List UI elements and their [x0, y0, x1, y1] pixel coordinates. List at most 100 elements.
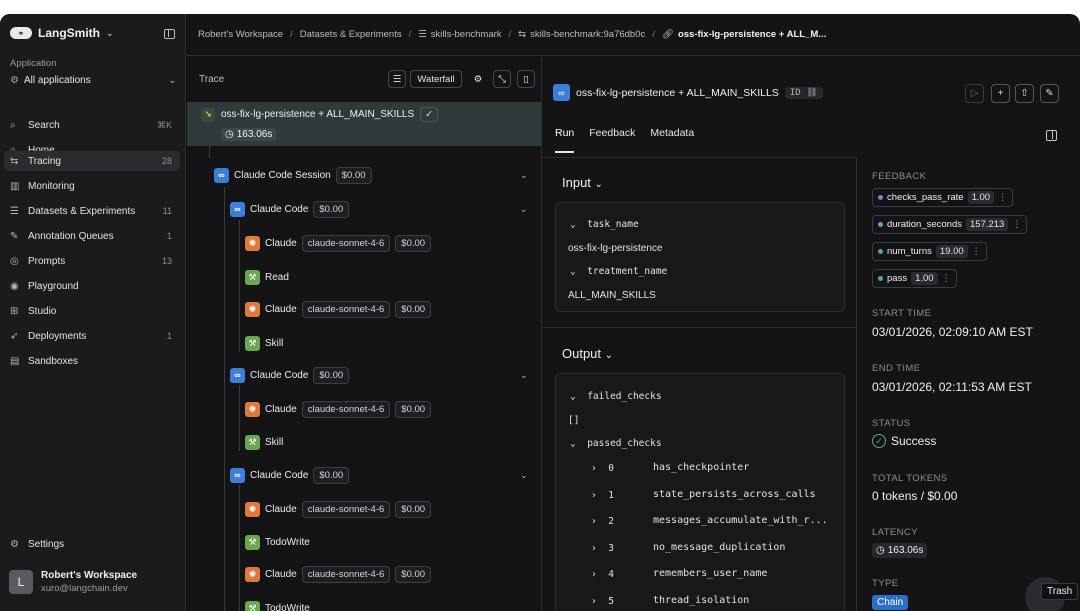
detail-tabs: Run Feedback Metadata [555, 127, 694, 153]
waterfall-button[interactable]: Waterfall [410, 70, 462, 88]
trace-row-tool[interactable]: ⚒ TodoWrite [245, 596, 310, 611]
end-time-label: END TIME [872, 363, 921, 374]
claude-icon: ✺ [245, 301, 260, 317]
trace-row-llm[interactable]: ✺ Claude claude-sonnet-4-6 $0.00 [245, 397, 432, 421]
trace-row-llm[interactable]: ✺ Claude claude-sonnet-4-6 $0.00 [245, 297, 432, 321]
trace-row-llm[interactable]: ✺ Claude claude-sonnet-4-6 $0.00 [245, 497, 432, 521]
trace-row-tool[interactable]: ⚒ Read [245, 265, 289, 289]
chevron-down-icon: ⌄ [168, 75, 176, 85]
sidebar-item-settings[interactable]: ⚙ Settings [10, 539, 64, 550]
link-icon: ∞ [214, 167, 229, 183]
trace-row-tool[interactable]: ⚒ Skill [245, 331, 283, 355]
trace-row-session[interactable]: ∞ Claude Code Session $0.00 [214, 163, 372, 187]
passed-check-item[interactable]: › 1 state_persists_across_calls [591, 489, 816, 501]
passed-check-item[interactable]: › 4 remembers_user_name [591, 568, 767, 580]
model-badge: claude-sonnet-4-6 [301, 500, 391, 518]
share-button[interactable]: ⇧ [1015, 84, 1034, 103]
sidebar-item-monitoring[interactable]: ▥ Monitoring [4, 176, 180, 196]
settings-button[interactable]: ⚙ [469, 70, 487, 88]
brand-logo[interactable]: ⚭ LangSmith ⌄ [10, 26, 114, 40]
sidebar-item-label: Studio [28, 305, 57, 317]
sidebar-item-annotation-queues[interactable]: ✎ Annotation Queues 1 [4, 226, 180, 246]
application-select[interactable]: ⚙ All applications ⌄ [10, 75, 176, 86]
treatment-name-key[interactable]: ⌄ treatment_name [570, 266, 667, 277]
trace-row-claude-code[interactable]: ∞ Claude Code $0.00 [230, 363, 350, 387]
link-icon: ∞ [230, 201, 245, 217]
breadcrumb-current: oss-fix-lg-persistence + ALL_M... [677, 29, 827, 40]
trace-row-tool[interactable]: ⚒ Skill [245, 430, 283, 454]
trace-row-claude-code[interactable]: ∞ Claude Code $0.00 [230, 463, 350, 487]
feedback-chip[interactable]: duration_seconds 157.213 ⋮ [872, 215, 1028, 234]
index: 4 [608, 569, 614, 580]
chevron-right-icon: › [591, 569, 597, 580]
trace-row-llm[interactable]: ✺ Claude claude-sonnet-4-6 $0.00 [245, 231, 432, 255]
feedback-chip[interactable]: checks_pass_rate 1.00 ⋮ [872, 188, 1014, 207]
trace-row-claude-code[interactable]: ∞ Claude Code $0.00 [230, 197, 350, 221]
sidebar-item-studio[interactable]: ⊞ Studio [4, 301, 180, 321]
sidebar-item-datasets[interactable]: ☰ Datasets & Experiments 11 [4, 201, 180, 221]
chevron-down-icon[interactable]: ⌄ [520, 170, 528, 181]
feedback-chip[interactable]: num_turns 19.00 ⋮ [872, 242, 987, 261]
application-select-value: All applications [24, 75, 91, 86]
chevron-down-icon[interactable]: ⌄ [520, 204, 528, 215]
passed-checks-key[interactable]: ⌄ passed_checks [570, 438, 662, 449]
studio-icon: ⊞ [10, 305, 19, 317]
trace-row-label: Claude [265, 237, 297, 249]
chevron-down-icon[interactable]: ⌄ [520, 370, 528, 381]
filter-button[interactable]: ☰ [388, 70, 406, 88]
copy-id-button[interactable]: ID ⛓ [784, 86, 823, 99]
trace-row-llm[interactable]: ✺ Claude claude-sonnet-4-6 $0.00 [245, 562, 432, 586]
tab-metadata[interactable]: Metadata [650, 127, 694, 139]
tab-feedback[interactable]: Feedback [589, 127, 635, 139]
sidebar-item-tracing[interactable]: ⇆ Tracing 28 [4, 151, 180, 171]
breadcrumb-datasets[interactable]: Datasets & Experiments [300, 29, 402, 40]
sidebar-item-search[interactable]: ⌕ Search ⌘K [4, 115, 180, 135]
annotate-button[interactable]: ✎ [1040, 84, 1059, 103]
cost-badge: $0.00 [313, 200, 350, 218]
output-section-toggle[interactable]: Output ⌄ [562, 346, 613, 361]
task-name-value: oss-fix-lg-persistence [568, 243, 663, 254]
sidebar-item-label: Deployments [28, 330, 87, 342]
column-divider [856, 158, 857, 611]
collapse-sidebar-icon[interactable] [164, 29, 175, 39]
passed-check-item[interactable]: › 0 has_checkpointer [591, 462, 749, 474]
chevron-right-icon: › [591, 516, 597, 527]
item-count: 1 [166, 331, 172, 341]
feedback-chip[interactable]: pass 1.00 ⋮ [872, 269, 957, 288]
sidebar-item-deployments[interactable]: ➶ Deployments 1 [4, 326, 180, 346]
add-button[interactable]: + [991, 84, 1010, 103]
minimize-icon: ⤡ [498, 73, 506, 85]
workspace-name: Robert's Workspace [41, 570, 138, 581]
breadcrumb-workspace[interactable]: Robert's Workspace [198, 29, 283, 40]
cost-badge: $0.00 [313, 366, 350, 384]
breadcrumb-experiment[interactable]: skills-benchmark:9a76db0c [530, 29, 645, 40]
link-icon: 🔗︎ [661, 29, 674, 40]
trace-row-label: Skill [265, 337, 284, 349]
feedback-value: 19.00 [935, 245, 968, 258]
trace-row-tool[interactable]: ⚒ TodoWrite [245, 530, 310, 554]
sidebar-item-sandboxes[interactable]: ▤ Sandboxes [4, 351, 180, 371]
feedback-dot [878, 222, 883, 227]
tab-run[interactable]: Run [555, 127, 575, 153]
input-section-toggle[interactable]: Input ⌄ [562, 175, 603, 190]
sidebar-item-playground[interactable]: ◉ Playground [4, 276, 180, 296]
collapse-button[interactable]: ⤡ [493, 70, 511, 88]
chevron-down-icon[interactable]: ⌄ [520, 470, 528, 481]
trace-label: Trace [199, 73, 225, 85]
trace-root-row[interactable]: ↘ oss-fix-lg-persistence + ALL_MAIN_SKIL… [187, 102, 541, 146]
breadcrumb-dataset[interactable]: skills-benchmark [431, 29, 502, 40]
passed-check-item[interactable]: › 2 messages_accumulate_with_r... [591, 515, 828, 527]
failed-checks-key[interactable]: ⌄ failed_checks [570, 391, 662, 402]
workspace-switcher[interactable]: L Robert's Workspace xuro@langchain.dev [9, 570, 137, 594]
gear-icon: ⚙ [10, 539, 19, 550]
panel-toggle-button[interactable]: ▯ [517, 70, 535, 88]
task-name-key[interactable]: ⌄ task_name [570, 219, 639, 230]
passed-check-item[interactable]: › 5 thread_isolation [591, 595, 749, 607]
passed-check-item[interactable]: › 3 no_message_duplication [591, 542, 785, 554]
key-label: treatment_name [587, 266, 668, 277]
datasets-icon: ☰ [10, 205, 19, 217]
layout-toggle-icon[interactable] [1046, 130, 1057, 141]
sidebar-item-prompts[interactable]: ◎ Prompts 13 [4, 251, 180, 271]
trace-row-label: Claude [265, 503, 297, 515]
playground-button[interactable]: ▷ [965, 84, 984, 103]
